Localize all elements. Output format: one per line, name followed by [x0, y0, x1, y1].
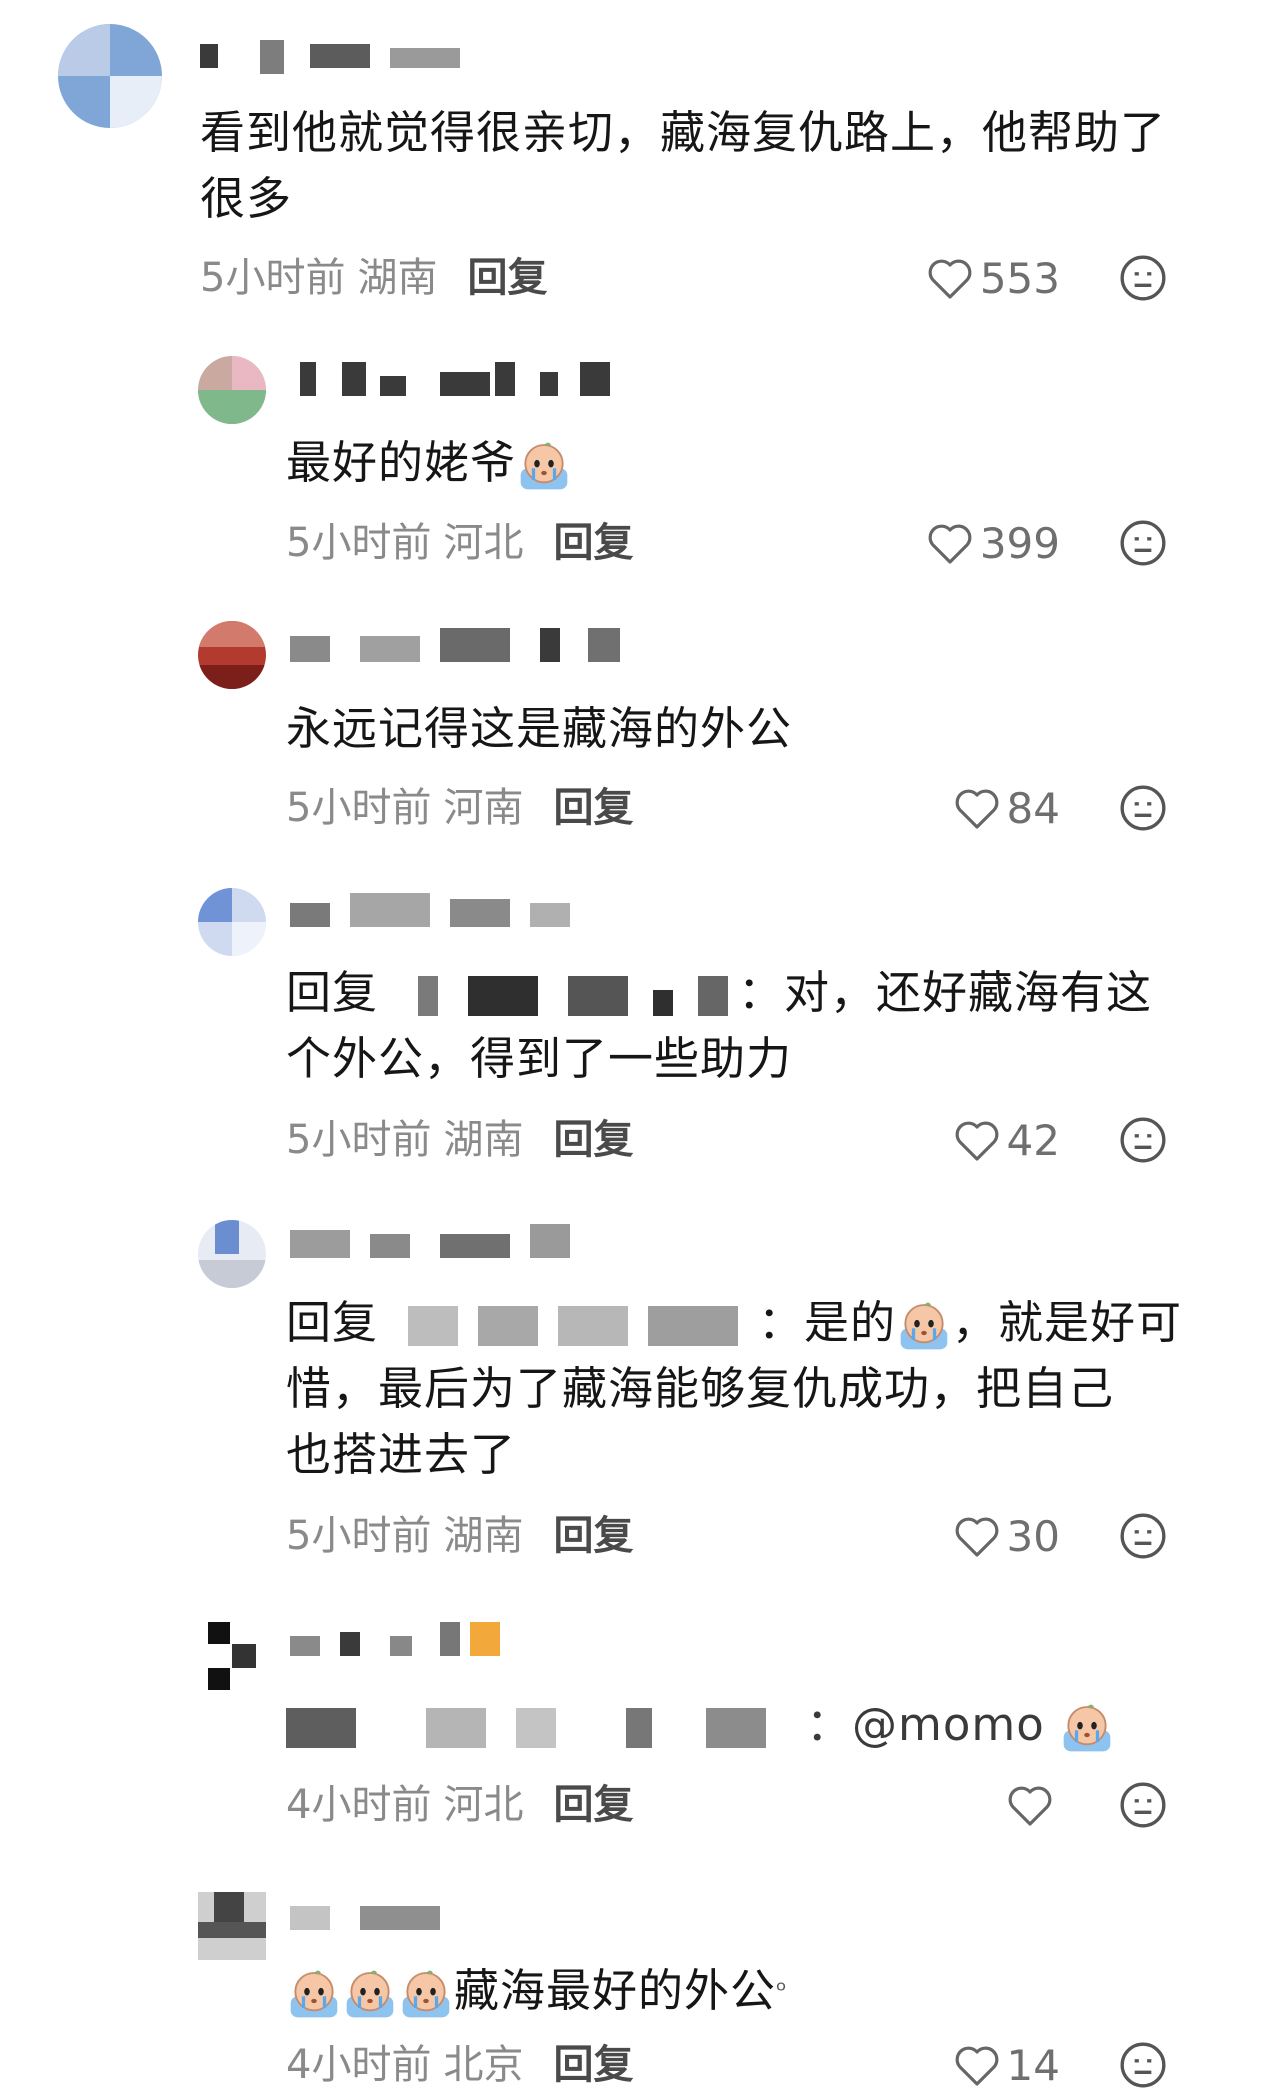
reply-prefix: 回复 [286, 1296, 379, 1349]
heart-outline-icon [928, 524, 972, 564]
heart-outline-icon [928, 259, 972, 299]
heart-outline-icon [955, 1121, 998, 1161]
avatar[interactable] [58, 24, 162, 128]
comment-meta: 4小时前 北京 回复 [286, 2040, 633, 2090]
like-button[interactable]: 553 [900, 253, 1060, 303]
neutral-face-icon[interactable] [1118, 783, 1168, 833]
neutral-face-icon[interactable] [1118, 2040, 1168, 2090]
timestamp: 4小时前 [286, 1782, 432, 1828]
crying-emoji [516, 438, 572, 494]
reply-button[interactable]: 回复 [467, 255, 547, 301]
username-blurred[interactable] [290, 1622, 520, 1656]
comment-text: 回复 ：是的 ，就是好可 惜，最后为了藏海能够复仇成功，把自己 也搭进去了 [286, 1296, 1183, 1481]
timestamp: 5小时前 [286, 520, 432, 566]
like-button[interactable] [900, 1780, 1060, 1830]
reply-prefix: 回复 [286, 966, 379, 1019]
avatar[interactable] [198, 1220, 266, 1288]
location: 河南 [443, 785, 524, 831]
avatar[interactable] [198, 888, 266, 956]
timestamp: 5小时前 [286, 1117, 432, 1163]
crying-emoji [398, 1966, 454, 2022]
comment-meta: 5小时前 河北 回复 [286, 518, 633, 568]
comment-meta: 4小时前 河北 回复 [286, 1780, 633, 1830]
like-count: 42 [1006, 1115, 1060, 1165]
like-button[interactable]: 84 [900, 783, 1060, 833]
reply-button[interactable]: 回复 [553, 785, 633, 831]
like-button[interactable]: 14 [900, 2040, 1060, 2090]
location: 湖南 [443, 1513, 524, 1559]
neutral-face-icon[interactable] [1118, 1115, 1168, 1165]
like-count: 30 [1006, 1511, 1060, 1561]
like-count: 84 [1006, 783, 1060, 833]
crying-emoji [342, 1966, 398, 2022]
username-blurred[interactable] [200, 40, 480, 74]
like-count: 553 [979, 253, 1060, 303]
timestamp: 5小时前 [200, 255, 346, 301]
timestamp: 5小时前 [286, 1513, 432, 1559]
comment-meta: 5小时前 河南 回复 [286, 783, 633, 833]
heart-outline-icon [955, 1517, 998, 1557]
comment-text: 看到他就觉得很亲切，藏海复仇路上，他帮助了很多 [200, 106, 1167, 225]
comment-meta: 5小时前 湖南 回复 [286, 1115, 633, 1165]
mentioned-user-blurred[interactable] [378, 976, 738, 1016]
mentioned-user-blurred[interactable] [286, 1708, 806, 1748]
username-blurred[interactable] [290, 362, 620, 396]
location: 河北 [443, 1782, 524, 1828]
location: 湖南 [357, 255, 438, 301]
location: 湖南 [443, 1117, 524, 1163]
mentioned-user-blurred[interactable] [378, 1306, 758, 1346]
comment-text: 回复 ：对，还好藏海有这 个外公，得到了一些助力 [286, 966, 1153, 1085]
reply-button[interactable]: 回复 [553, 1117, 633, 1163]
like-button[interactable]: 30 [900, 1511, 1060, 1561]
neutral-face-icon[interactable] [1118, 1780, 1168, 1830]
neutral-face-icon[interactable] [1118, 253, 1168, 303]
location: 北京 [443, 2042, 524, 2088]
username-blurred[interactable] [290, 1896, 460, 1930]
location: 河北 [443, 520, 524, 566]
reply-button[interactable]: 回复 [553, 1513, 633, 1559]
timestamp: 5小时前 [286, 785, 432, 831]
like-button[interactable]: 399 [900, 518, 1060, 568]
comment-meta: 5小时前 湖南 回复 [200, 253, 547, 303]
avatar[interactable] [198, 1892, 266, 1960]
comment-meta: 5小时前 湖南 回复 [286, 1511, 633, 1561]
like-button[interactable]: 42 [900, 1115, 1060, 1165]
heart-outline-icon [1008, 1786, 1052, 1826]
heart-outline-icon [955, 789, 998, 829]
like-count: 14 [1006, 2040, 1060, 2090]
search-hint-icon[interactable]: ᵒ [776, 1976, 788, 2006]
neutral-face-icon[interactable] [1118, 1511, 1168, 1561]
like-count: 399 [979, 518, 1060, 568]
comment-text: 藏海最好的外公ᵒ [286, 1958, 788, 2024]
reply-button[interactable]: 回复 [553, 520, 633, 566]
avatar[interactable] [198, 621, 266, 689]
avatar[interactable] [198, 356, 266, 424]
timestamp: 4小时前 [286, 2042, 432, 2088]
comment-text: 永远记得这是藏海的外公 [286, 702, 793, 755]
reply-button[interactable]: 回复 [553, 1782, 633, 1828]
heart-outline-icon [955, 2046, 998, 2086]
crying-emoji [286, 1966, 342, 2022]
comment-text: 最好的姥爷 [286, 430, 572, 496]
username-blurred[interactable] [290, 628, 630, 662]
reply-button[interactable]: 回复 [553, 2042, 633, 2088]
username-blurred[interactable] [290, 1224, 590, 1258]
avatar[interactable] [198, 1622, 266, 1690]
crying-emoji [1059, 1700, 1115, 1756]
crying-emoji [896, 1298, 952, 1354]
neutral-face-icon[interactable] [1118, 518, 1168, 568]
comment-text: ：@momo [286, 1692, 1115, 1758]
username-blurred[interactable] [290, 893, 590, 927]
